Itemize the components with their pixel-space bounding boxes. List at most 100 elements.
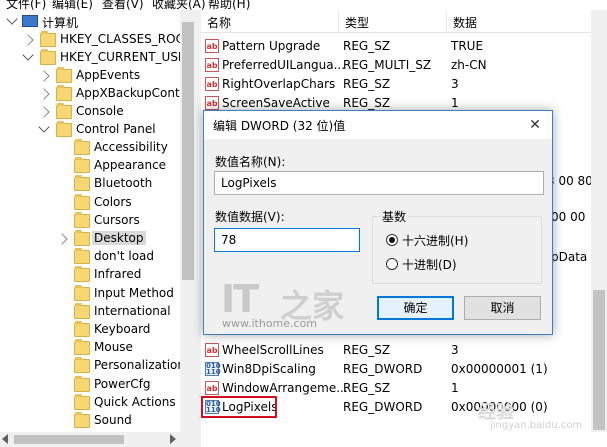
tree-node-keyboard[interactable]: Keyboard [0, 321, 180, 339]
value-data-input[interactable]: 78 [214, 228, 360, 252]
value-type: REG_SZ [343, 343, 391, 357]
tree-node-appevents[interactable]: AppEvents [0, 67, 180, 85]
folder-icon [74, 211, 90, 228]
folder-icon [56, 121, 72, 137]
ok-button[interactable]: 确定 [377, 296, 454, 320]
value-data: zh-CN [451, 58, 487, 72]
tree-node-sound[interactable]: Sound [0, 412, 180, 430]
collapsed-icon[interactable] [38, 106, 50, 118]
tree-label: International [94, 303, 171, 318]
menu-file[interactable]: 文件(F) [6, 0, 46, 10]
folder-icon [74, 302, 90, 319]
tree-node-hkcu[interactable]: HKEY_CURRENT_USER [0, 49, 194, 67]
folder-icon [74, 175, 90, 192]
tree-label: Colors [94, 194, 132, 209]
tree-node-desktop[interactable]: Desktop [0, 230, 180, 248]
reg-string-icon: ab [205, 96, 219, 110]
tree-node-bluetooth[interactable]: Bluetooth [0, 175, 180, 193]
value-name: Pattern Upgrade [222, 39, 321, 53]
menu-edit[interactable]: 编辑(E) [52, 0, 93, 10]
scroll-left-icon[interactable] [2, 434, 8, 444]
menu-view[interactable]: 查看(V) [102, 0, 144, 10]
reg-string-icon: ab [205, 381, 219, 395]
column-separator[interactable] [446, 10, 447, 32]
scroll-right-icon[interactable] [170, 434, 176, 444]
tree-label: Console [76, 104, 124, 118]
tree-node-appearance[interactable]: Appearance [0, 157, 180, 175]
column-type[interactable]: 类型 [345, 14, 369, 31]
tree-node-input-method[interactable]: Input Method [0, 284, 180, 303]
tree-node-cursors[interactable]: Cursors [0, 211, 180, 230]
registry-value-row[interactable]: ab WheelScrollLines REG_SZ 3 [201, 341, 607, 360]
value-name: WheelScrollLines [222, 343, 324, 357]
tree-node-accessibility[interactable]: Accessibility [0, 139, 180, 157]
tree-hscroll-thumb[interactable] [14, 435, 124, 444]
tree-node-computer[interactable]: 计算机 [0, 13, 180, 31]
value-data: 3 [451, 77, 459, 91]
list-scroll-thumb[interactable] [593, 290, 605, 430]
tree-node-mouse[interactable]: Mouse [0, 339, 180, 357]
decimal-radio[interactable] [386, 258, 398, 270]
tree-node-quick-actions[interactable]: Quick Actions [0, 393, 180, 412]
hex-label[interactable]: 十六进制(H) [402, 232, 468, 249]
cancel-button[interactable]: 取消 [464, 296, 541, 320]
value-name-label: 数值名称(N): [215, 155, 286, 169]
expand-icon[interactable] [38, 121, 50, 133]
registry-value-row[interactable]: ab RightOverlapChars REG_SZ 3 [201, 75, 607, 94]
folder-icon [74, 266, 90, 283]
tree-label: Sound [94, 413, 132, 427]
menu-bar: 文件(F) 编辑(E) 查看(V) 收藏夹(A) 帮助(H) [0, 0, 607, 10]
tree-label: AppXBackupConter [76, 86, 192, 100]
tree-label: Quick Actions [94, 394, 176, 409]
tree-label: PowerCfg [94, 376, 151, 391]
tree-scroll-thumb[interactable] [182, 22, 194, 280]
tree-label: HKEY_CLASSES_ROOT [60, 32, 193, 46]
collapsed-icon[interactable] [38, 70, 50, 82]
tree-node-powercfg[interactable]: PowerCfg [0, 375, 180, 394]
collapsed-icon[interactable] [38, 88, 50, 100]
tree-node-personalization[interactable]: Personalization [0, 357, 185, 375]
tree-node-colors[interactable]: Colors [0, 193, 180, 212]
menu-help[interactable]: 帮助(H) [208, 0, 250, 10]
collapsed-icon[interactable] [22, 34, 34, 46]
tree-label: Control Panel [76, 122, 156, 136]
expand-icon[interactable] [6, 13, 18, 25]
tree-node-don-t-load[interactable]: don't load [0, 248, 180, 266]
tree-label: don't load [94, 249, 155, 264]
tree-label: Accessibility [94, 140, 168, 154]
registry-value-row[interactable]: 010 110 Win8DpiScaling REG_DWORD 0x00000001… [201, 360, 607, 379]
expand-icon[interactable] [22, 49, 34, 61]
tree-node-infrared[interactable]: Infrared [0, 266, 180, 284]
folder-icon [56, 103, 72, 119]
tree-node-international[interactable]: International [0, 302, 180, 321]
hex-radio[interactable] [386, 234, 398, 246]
value-type: REG_DWORD [343, 362, 423, 376]
folder-icon [56, 85, 72, 101]
tree-node-control-panel[interactable]: Control Panel [0, 121, 180, 139]
value-data-label: 数值数据(V): [215, 210, 285, 224]
value-type: REG_MULTI_SZ [343, 58, 432, 72]
tree-node-appxbackup[interactable]: AppXBackupConter [0, 85, 192, 103]
menu-favorites[interactable]: 收藏夹(A) [152, 0, 206, 10]
value-type: REG_SZ [343, 381, 391, 395]
folder-icon [74, 193, 90, 210]
column-data[interactable]: 数据 [453, 14, 477, 31]
column-separator[interactable] [338, 10, 339, 32]
value-name: WindowArrangeme... [222, 381, 348, 395]
tree-label: Personalization [94, 358, 185, 373]
dialog-title-bar[interactable]: 编辑 DWORD (32 位)值 ✕ [204, 111, 552, 139]
tree-label: HKEY_CURRENT_USER [60, 50, 194, 64]
reg-binary-icon: 010 110 [205, 362, 221, 376]
column-name[interactable]: 名称 [207, 14, 231, 31]
folder-icon [74, 248, 90, 265]
collapsed-icon[interactable] [56, 233, 68, 245]
close-icon[interactable]: ✕ [522, 113, 548, 137]
tree-node-hkcr[interactable]: HKEY_CLASSES_ROOT [0, 31, 192, 49]
decimal-label[interactable]: 十进制(D) [402, 256, 457, 273]
registry-value-row[interactable]: ab PreferredUILangua... REG_MULTI_SZ zh-CN [201, 56, 607, 75]
tree-node-console[interactable]: Console [0, 103, 180, 121]
value-name-text: LogPixels [221, 176, 277, 190]
tree-label: Bluetooth [94, 176, 153, 191]
registry-value-row[interactable]: ab Pattern Upgrade REG_SZ TRUE [201, 37, 607, 56]
edit-dword-dialog: 编辑 DWORD (32 位)值 ✕ 数值名称(N): LogPixels 数值… [203, 110, 553, 335]
